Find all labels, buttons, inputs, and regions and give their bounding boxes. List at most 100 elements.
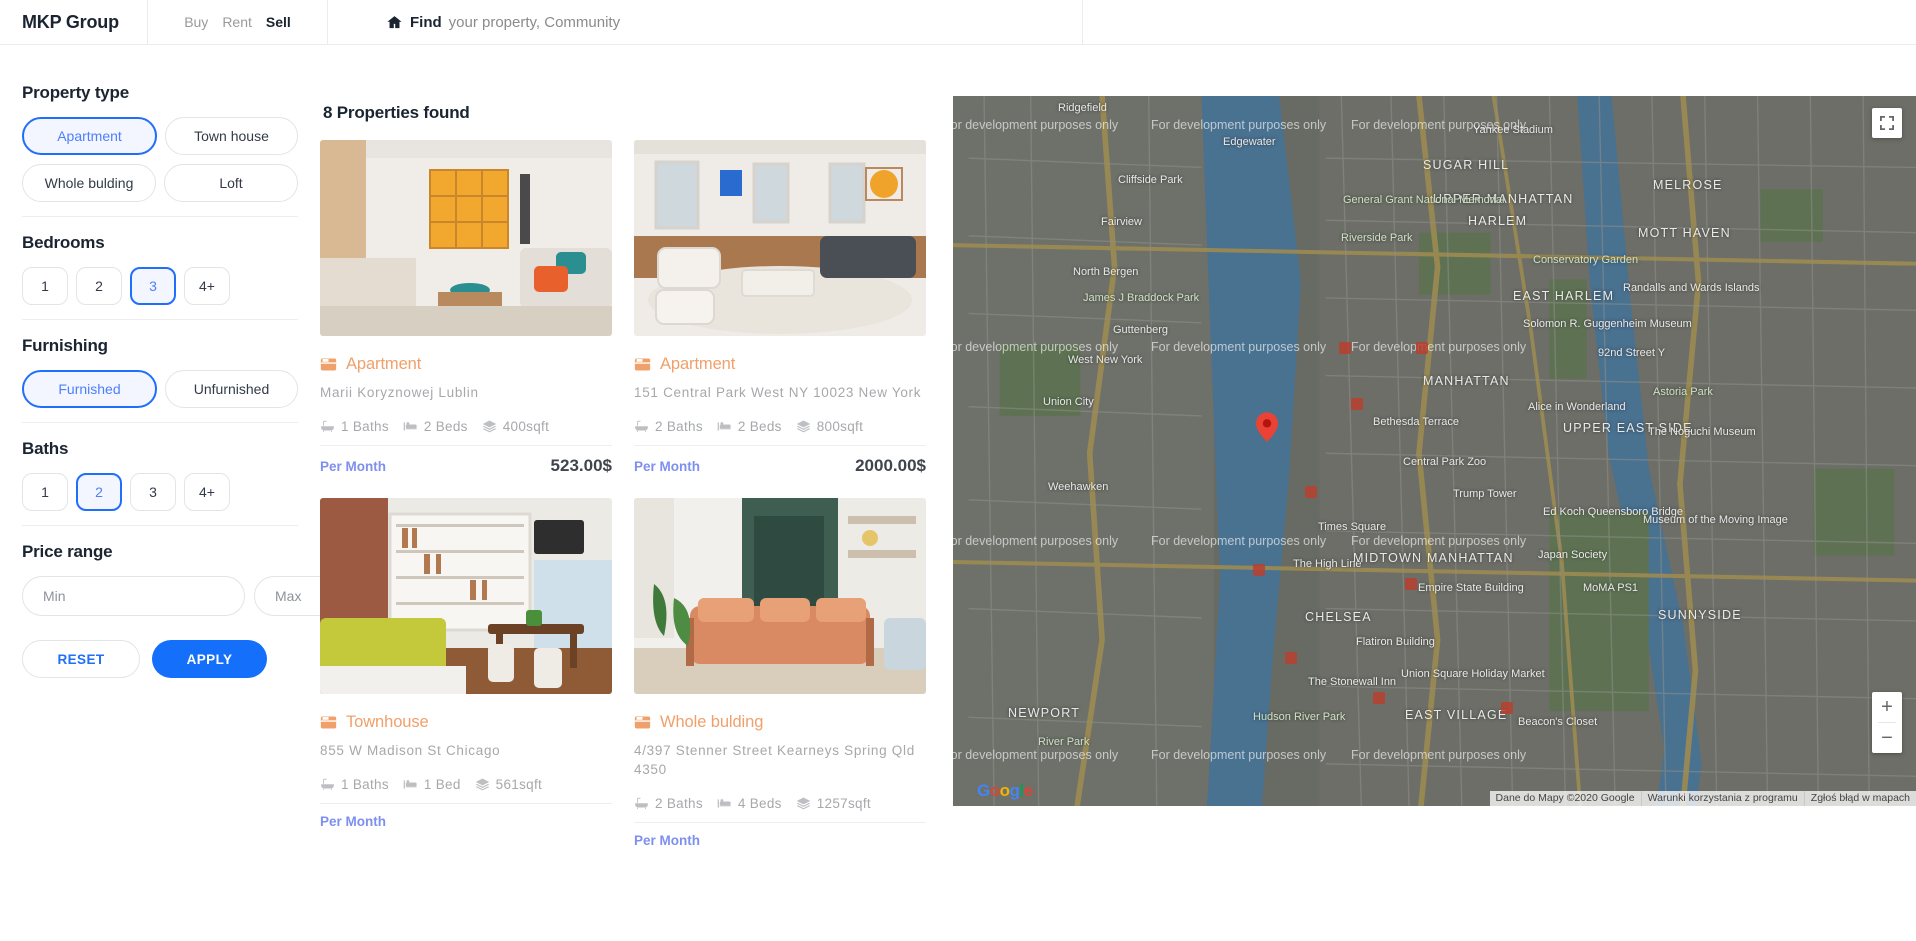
poi-marker[interactable] xyxy=(1405,578,1417,590)
property-address: Marii Koryznowej Lublin xyxy=(320,385,479,400)
price-min-input[interactable] xyxy=(22,576,245,616)
nav-item-buy[interactable]: Buy xyxy=(184,14,208,30)
spec-area-label: 561sqft xyxy=(495,777,543,792)
attribution-terms[interactable]: Warunki korzystania z programu xyxy=(1640,791,1804,806)
chip-unfurnished[interactable]: Unfurnished xyxy=(165,370,298,408)
find-bar[interactable]: Find your property, Community xyxy=(328,0,1083,44)
poi-marker[interactable] xyxy=(1416,342,1428,354)
fullscreen-icon xyxy=(1880,116,1894,130)
chip-loft[interactable]: Loft xyxy=(164,164,298,202)
poi-marker[interactable] xyxy=(1285,652,1297,664)
photo-art-living-room-2 xyxy=(634,140,926,336)
poi-marker[interactable] xyxy=(1253,564,1265,576)
chip-apartment[interactable]: Apartment xyxy=(22,117,157,155)
price-period-label: Per Month xyxy=(634,459,700,474)
filter-property-type-title: Property type xyxy=(22,83,129,102)
chip-town-house[interactable]: Town house xyxy=(165,117,298,155)
find-label: Find xyxy=(410,13,442,31)
map-tiles xyxy=(953,96,1916,806)
filter-bedrooms-title: Bedrooms xyxy=(22,233,105,252)
spec-baths: 1 Baths xyxy=(320,777,389,792)
property-price-row: Per Month xyxy=(320,814,612,829)
bed-icon xyxy=(717,799,731,808)
zoom-out-button[interactable]: − xyxy=(1872,723,1902,753)
chip-baths-1[interactable]: 1 xyxy=(22,473,68,511)
layers-icon xyxy=(796,420,810,433)
bathtub-icon xyxy=(321,420,334,433)
filter-actions: RESET APPLY xyxy=(22,640,298,678)
property-type-label: Townhouse xyxy=(346,713,429,731)
bed-icon xyxy=(403,780,417,789)
chip-baths-2[interactable]: 2 xyxy=(76,473,122,511)
property-card[interactable]: Townhouse 855 W Madison St Chicago 1 Bat… xyxy=(320,498,612,848)
chip-bedrooms-3[interactable]: 3 xyxy=(130,267,176,305)
divider-4 xyxy=(22,525,298,526)
property-type-label: Apartment xyxy=(660,355,736,373)
photo-art-living-room-1 xyxy=(320,140,612,336)
filters-sidebar: Property type Apartment Town house Whole… xyxy=(0,45,477,941)
map-pin-icon[interactable] xyxy=(1256,412,1278,442)
poi-marker[interactable] xyxy=(1501,702,1513,714)
chip-bedrooms-1[interactable]: 1 xyxy=(22,267,68,305)
nav-item-sell[interactable]: Sell xyxy=(266,14,291,30)
property-type-row: Townhouse xyxy=(320,713,612,732)
layers-icon xyxy=(482,420,496,433)
property-photo[interactable] xyxy=(320,498,612,694)
filter-property-type: Property type Apartment Town house Whole… xyxy=(22,83,298,202)
filter-price-range: Price range RESET APPLY xyxy=(22,542,477,678)
property-photo[interactable] xyxy=(320,140,612,336)
nav-item-rent[interactable]: Rent xyxy=(222,14,252,30)
reset-button[interactable]: RESET xyxy=(22,640,140,678)
chip-furnished[interactable]: Furnished xyxy=(22,370,157,408)
poi-marker[interactable] xyxy=(1351,398,1363,410)
property-address: 151 Central Park West NY 10023 New York xyxy=(634,385,922,400)
divider-3 xyxy=(22,422,298,423)
property-price-row: Per Month 523.00$ xyxy=(320,456,612,476)
app-header: MKP Group Buy Rent Sell Find your proper… xyxy=(0,0,1916,45)
price-period-label: Per Month xyxy=(320,459,386,474)
spec-baths: 1 Baths xyxy=(320,419,389,434)
apply-button[interactable]: APPLY xyxy=(152,640,267,678)
building-icon xyxy=(634,716,651,729)
bed-icon xyxy=(403,422,417,431)
brand-logo[interactable]: MKP Group xyxy=(22,12,119,33)
spec-baths: 2 Baths xyxy=(634,796,703,811)
spec-baths-label: 1 Baths xyxy=(341,419,389,434)
chip-bedrooms-2[interactable]: 2 xyxy=(76,267,122,305)
google-logo: Google xyxy=(977,781,1033,800)
property-specs: 2 Baths 2 Beds 800sqft xyxy=(634,419,926,446)
spec-area-label: 1257sqft xyxy=(816,796,871,811)
bedrooms-row: 1 2 3 4+ xyxy=(22,267,298,305)
property-card[interactable]: Apartment 151 Central Park West NY 10023… xyxy=(634,140,926,476)
zoom-in-button[interactable]: + xyxy=(1872,692,1902,722)
spec-baths-label: 2 Baths xyxy=(655,796,703,811)
fullscreen-button[interactable] xyxy=(1872,108,1902,138)
property-card[interactable]: Whole bulding 4/397 Stenner Street Kearn… xyxy=(634,498,926,848)
bathtub-icon xyxy=(321,778,334,791)
spec-beds-label: 2 Beds xyxy=(423,419,468,434)
property-photo[interactable] xyxy=(634,140,926,336)
property-type-row: Apartment xyxy=(634,355,926,374)
chip-baths-3[interactable]: 3 xyxy=(130,473,176,511)
spec-beds: 2 Beds xyxy=(403,419,468,434)
bed-icon xyxy=(717,422,731,431)
poi-marker[interactable] xyxy=(1373,692,1385,704)
chip-bedrooms-4plus[interactable]: 4+ xyxy=(184,267,230,305)
property-card[interactable]: Apartment Marii Koryznowej Lublin 1 Bath… xyxy=(320,140,612,476)
attribution-report[interactable]: Zgłoś błąd w mapach xyxy=(1803,791,1916,806)
chip-baths-4plus[interactable]: 4+ xyxy=(184,473,230,511)
poi-marker[interactable] xyxy=(1305,486,1317,498)
spec-area: 561sqft xyxy=(475,777,542,792)
property-price-row: Per Month xyxy=(634,833,926,848)
bathtub-icon xyxy=(635,420,648,433)
filter-baths: Baths 1 2 3 4+ xyxy=(22,439,298,511)
map-canvas[interactable]: Ridgefield Edgewater Yankee Stadium MELROSE… xyxy=(953,96,1916,806)
property-specs: 1 Baths 1 Bed 561sqft xyxy=(320,777,612,804)
spec-area: 1257sqft xyxy=(796,796,871,811)
chip-whole-bulding[interactable]: Whole bulding xyxy=(22,164,156,202)
property-photo[interactable] xyxy=(634,498,926,694)
poi-marker[interactable] xyxy=(1339,342,1351,354)
header-spacer xyxy=(1083,0,1916,44)
spec-area-label: 400sqft xyxy=(502,419,550,434)
divider-2 xyxy=(22,319,298,320)
